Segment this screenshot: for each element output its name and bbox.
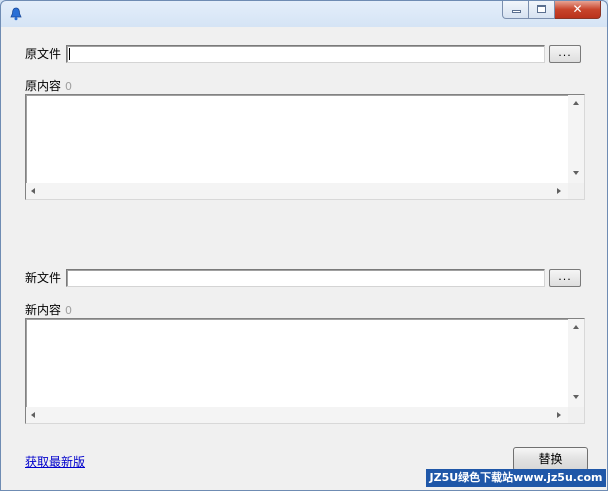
bell-icon xyxy=(10,7,22,21)
app-window: ✕ 原文件 ... 原内容 0 新文件 ... 新内容 0 获取最新版 替换 xyxy=(0,0,608,491)
watermark-banner: JZ5U绿色下载站www.jz5u.com xyxy=(426,469,606,487)
vertical-scrollbar[interactable] xyxy=(568,95,584,183)
scroll-left-icon[interactable] xyxy=(31,188,35,194)
target-content-textarea[interactable] xyxy=(25,318,585,424)
get-latest-version-link[interactable]: 获取最新版 xyxy=(25,453,85,470)
target-content-label: 新内容 0 xyxy=(25,301,72,318)
target-file-label: 新文件 xyxy=(25,271,62,285)
maximize-button[interactable] xyxy=(529,1,555,19)
close-icon: ✕ xyxy=(572,2,583,16)
horizontal-scrollbar[interactable] xyxy=(26,407,568,423)
scroll-corner xyxy=(568,407,584,423)
maximize-icon xyxy=(537,5,546,13)
target-file-input[interactable] xyxy=(66,269,545,287)
minimize-button[interactable] xyxy=(502,1,529,19)
scroll-corner xyxy=(568,183,584,199)
text-caret xyxy=(69,48,70,60)
scroll-right-icon[interactable] xyxy=(557,412,561,418)
scroll-right-icon[interactable] xyxy=(557,188,561,194)
vertical-scrollbar[interactable] xyxy=(568,319,584,407)
client-area: 原文件 ... 原内容 0 新文件 ... 新内容 0 获取最新版 替换 xyxy=(8,27,600,482)
source-content-title: 原内容 xyxy=(25,79,62,93)
scroll-up-icon[interactable] xyxy=(573,325,579,329)
minimize-icon xyxy=(512,10,521,13)
replace-button[interactable]: 替换 xyxy=(513,447,588,471)
source-browse-button[interactable]: ... xyxy=(549,45,581,63)
source-content-count: 0 xyxy=(65,80,73,93)
scroll-left-icon[interactable] xyxy=(31,412,35,418)
title-bar[interactable]: ✕ xyxy=(1,1,607,27)
horizontal-scrollbar[interactable] xyxy=(26,183,568,199)
target-content-count: 0 xyxy=(65,304,73,317)
close-button[interactable]: ✕ xyxy=(555,1,601,19)
scroll-up-icon[interactable] xyxy=(573,101,579,105)
scroll-down-icon[interactable] xyxy=(573,171,579,175)
source-content-label: 原内容 0 xyxy=(25,77,72,94)
target-content-title: 新内容 xyxy=(25,303,62,317)
source-file-input[interactable] xyxy=(66,45,545,63)
source-file-label: 原文件 xyxy=(25,47,62,61)
scroll-down-icon[interactable] xyxy=(573,395,579,399)
source-content-textarea[interactable] xyxy=(25,94,585,200)
target-browse-button[interactable]: ... xyxy=(549,269,581,287)
